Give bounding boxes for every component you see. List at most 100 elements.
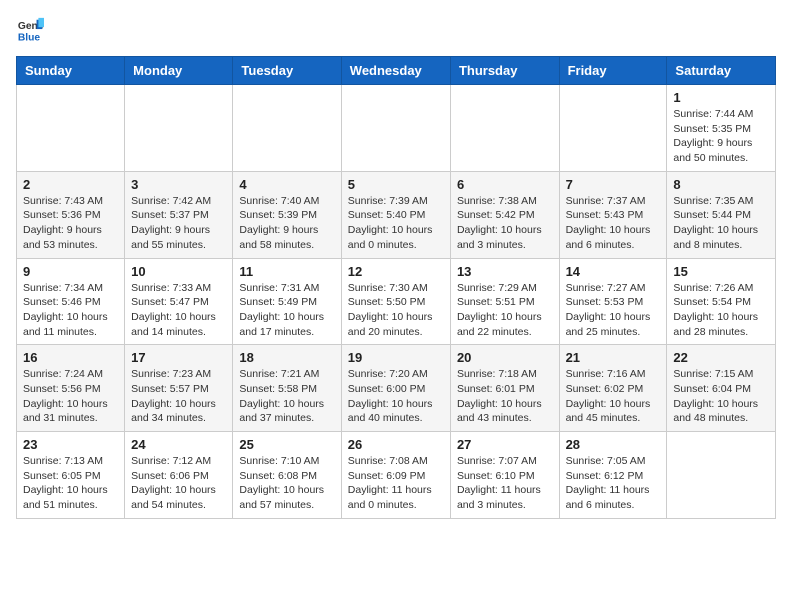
day-number: 16: [23, 350, 118, 365]
day-number: 2: [23, 177, 118, 192]
day-number: 11: [239, 264, 334, 279]
day-cell: 25Sunrise: 7:10 AM Sunset: 6:08 PM Dayli…: [233, 432, 341, 519]
day-cell: 3 Sunrise: 7:42 AM Sunset: 5:37 PM Daylig…: [125, 171, 233, 258]
week-row-4: 16 Sunrise: 7:24 AM Sunset: 5:56 PM Dayli…: [17, 345, 776, 432]
col-header-friday: Friday: [559, 57, 667, 85]
day-info: Sunrise: 7:29 AM Sunset: 5:51 PM Dayligh…: [457, 281, 553, 340]
day-number: 12: [348, 264, 444, 279]
day-info: Sunrise: 7:16 AM Sunset: 6:02 PM Dayligh…: [566, 367, 661, 426]
day-cell: 22 Sunrise: 7:15 AM Sunset: 6:04 PM Dayli…: [667, 345, 776, 432]
day-info: Sunrise: 7:30 AM Sunset: 5:50 PM Dayligh…: [348, 281, 444, 340]
col-header-thursday: Thursday: [450, 57, 559, 85]
day-number: 24: [131, 437, 226, 452]
day-info: Sunrise: 7:20 AM Sunset: 6:00 PM Dayligh…: [348, 367, 444, 426]
day-number: 27: [457, 437, 553, 452]
day-cell: 2 Sunrise: 7:43 AM Sunset: 5:36 PM Daylig…: [17, 171, 125, 258]
day-cell: 9 Sunrise: 7:34 AM Sunset: 5:46 PM Daylig…: [17, 258, 125, 345]
day-info: Sunrise: 7:34 AM Sunset: 5:46 PM Dayligh…: [23, 281, 118, 340]
day-number: 19: [348, 350, 444, 365]
day-cell: 19 Sunrise: 7:20 AM Sunset: 6:00 PM Dayli…: [341, 345, 450, 432]
day-cell: 11 Sunrise: 7:31 AM Sunset: 5:49 PM Dayli…: [233, 258, 341, 345]
day-cell: 4Sunrise: 7:40 AM Sunset: 5:39 PM Daylig…: [233, 171, 341, 258]
day-info: Sunrise: 7:27 AM Sunset: 5:53 PM Dayligh…: [566, 281, 661, 340]
day-info: Sunrise: 7:42 AM Sunset: 5:37 PM Dayligh…: [131, 194, 226, 253]
day-number: 20: [457, 350, 553, 365]
day-info: Sunrise: 7:37 AM Sunset: 5:43 PM Dayligh…: [566, 194, 661, 253]
day-number: 18: [239, 350, 334, 365]
day-number: 14: [566, 264, 661, 279]
day-info: Sunrise: 7:05 AM Sunset: 6:12 PM Dayligh…: [566, 454, 661, 513]
day-info: Sunrise: 7:39 AM Sunset: 5:40 PM Dayligh…: [348, 194, 444, 253]
day-cell: 13 Sunrise: 7:29 AM Sunset: 5:51 PM Dayli…: [450, 258, 559, 345]
day-cell: 20 Sunrise: 7:18 AM Sunset: 6:01 PM Dayli…: [450, 345, 559, 432]
col-header-sunday: Sunday: [17, 57, 125, 85]
day-number: 7: [566, 177, 661, 192]
day-info: Sunrise: 7:21 AM Sunset: 5:58 PM Dayligh…: [239, 367, 334, 426]
day-info: Sunrise: 7:23 AM Sunset: 5:57 PM Dayligh…: [131, 367, 226, 426]
page-header: General Blue: [16, 16, 776, 44]
day-number: 4: [239, 177, 334, 192]
day-cell: [17, 85, 125, 172]
day-info: Sunrise: 7:12 AM Sunset: 6:06 PM Dayligh…: [131, 454, 226, 513]
day-info: Sunrise: 7:35 AM Sunset: 5:44 PM Dayligh…: [673, 194, 769, 253]
day-number: 8: [673, 177, 769, 192]
day-cell: 1 Sunrise: 7:44 AM Sunset: 5:35 PM Daylig…: [667, 85, 776, 172]
day-info: Sunrise: 7:24 AM Sunset: 5:56 PM Dayligh…: [23, 367, 118, 426]
day-cell: 23 Sunrise: 7:13 AM Sunset: 6:05 PM Dayli…: [17, 432, 125, 519]
day-number: 10: [131, 264, 226, 279]
day-info: Sunrise: 7:44 AM Sunset: 5:35 PM Dayligh…: [673, 107, 769, 166]
svg-text:Blue: Blue: [18, 32, 41, 43]
day-info: Sunrise: 7:38 AM Sunset: 5:42 PM Dayligh…: [457, 194, 553, 253]
day-cell: [233, 85, 341, 172]
day-number: 9: [23, 264, 118, 279]
day-number: 5: [348, 177, 444, 192]
day-cell: [559, 85, 667, 172]
calendar-table: SundayMondayTuesdayWednesdayThursdayFrid…: [16, 56, 776, 519]
day-number: 1: [673, 90, 769, 105]
col-header-saturday: Saturday: [667, 57, 776, 85]
day-info: Sunrise: 7:31 AM Sunset: 5:49 PM Dayligh…: [239, 281, 334, 340]
day-number: 13: [457, 264, 553, 279]
day-cell: 15 Sunrise: 7:26 AM Sunset: 5:54 PM Dayli…: [667, 258, 776, 345]
day-number: 23: [23, 437, 118, 452]
day-info: Sunrise: 7:43 AM Sunset: 5:36 PM Dayligh…: [23, 194, 118, 253]
day-cell: 7 Sunrise: 7:37 AM Sunset: 5:43 PM Daylig…: [559, 171, 667, 258]
day-info: Sunrise: 7:15 AM Sunset: 6:04 PM Dayligh…: [673, 367, 769, 426]
day-cell: 28 Sunrise: 7:05 AM Sunset: 6:12 PM Dayli…: [559, 432, 667, 519]
day-info: Sunrise: 7:26 AM Sunset: 5:54 PM Dayligh…: [673, 281, 769, 340]
day-info: Sunrise: 7:13 AM Sunset: 6:05 PM Dayligh…: [23, 454, 118, 513]
day-number: 21: [566, 350, 661, 365]
day-info: Sunrise: 7:18 AM Sunset: 6:01 PM Dayligh…: [457, 367, 553, 426]
day-cell: 18 Sunrise: 7:21 AM Sunset: 5:58 PM Dayli…: [233, 345, 341, 432]
day-cell: [341, 85, 450, 172]
col-header-wednesday: Wednesday: [341, 57, 450, 85]
day-number: 3: [131, 177, 226, 192]
day-number: 6: [457, 177, 553, 192]
day-cell: [667, 432, 776, 519]
day-number: 17: [131, 350, 226, 365]
day-cell: 16 Sunrise: 7:24 AM Sunset: 5:56 PM Dayli…: [17, 345, 125, 432]
day-cell: 5 Sunrise: 7:39 AM Sunset: 5:40 PM Daylig…: [341, 171, 450, 258]
day-cell: [450, 85, 559, 172]
day-number: 22: [673, 350, 769, 365]
day-cell: 26 Sunrise: 7:08 AM Sunset: 6:09 PM Dayli…: [341, 432, 450, 519]
logo-icon: General Blue: [16, 16, 44, 44]
day-cell: 10 Sunrise: 7:33 AM Sunset: 5:47 PM Dayli…: [125, 258, 233, 345]
col-header-tuesday: Tuesday: [233, 57, 341, 85]
week-row-3: 9 Sunrise: 7:34 AM Sunset: 5:46 PM Daylig…: [17, 258, 776, 345]
day-number: 15: [673, 264, 769, 279]
day-info: Sunrise: 7:33 AM Sunset: 5:47 PM Dayligh…: [131, 281, 226, 340]
day-cell: 24 Sunrise: 7:12 AM Sunset: 6:06 PM Dayli…: [125, 432, 233, 519]
day-cell: [125, 85, 233, 172]
day-number: 28: [566, 437, 661, 452]
day-cell: 8 Sunrise: 7:35 AM Sunset: 5:44 PM Daylig…: [667, 171, 776, 258]
day-info: Sunrise: 7:08 AM Sunset: 6:09 PM Dayligh…: [348, 454, 444, 513]
week-row-2: 2 Sunrise: 7:43 AM Sunset: 5:36 PM Daylig…: [17, 171, 776, 258]
col-header-monday: Monday: [125, 57, 233, 85]
header-row: SundayMondayTuesdayWednesdayThursdayFrid…: [17, 57, 776, 85]
day-number: 26: [348, 437, 444, 452]
day-cell: 27 Sunrise: 7:07 AM Sunset: 6:10 PM Dayli…: [450, 432, 559, 519]
logo: General Blue: [16, 16, 48, 44]
day-info: Sunrise: 7:07 AM Sunset: 6:10 PM Dayligh…: [457, 454, 553, 513]
day-cell: 12 Sunrise: 7:30 AM Sunset: 5:50 PM Dayli…: [341, 258, 450, 345]
